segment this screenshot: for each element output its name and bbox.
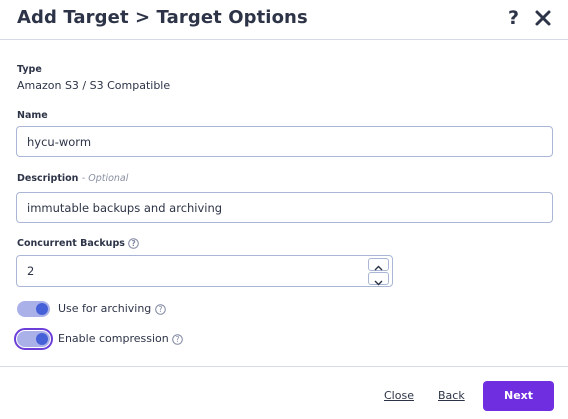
enable-compression-toggle[interactable] xyxy=(14,328,53,350)
use-for-archiving-toggle[interactable] xyxy=(17,301,50,317)
description-label-text: Description xyxy=(17,173,79,184)
help-button[interactable]: ? xyxy=(508,6,519,30)
chevron-down-icon xyxy=(374,280,383,286)
close-icon[interactable] xyxy=(532,7,554,29)
close-button[interactable]: Close xyxy=(384,389,414,402)
dialog-title: Add Target > Target Options xyxy=(17,7,308,28)
type-label: Type xyxy=(17,64,42,75)
name-label: Name xyxy=(17,110,48,121)
dialog-header: Add Target > Target Options ? xyxy=(0,0,568,40)
type-value: Amazon S3 / S3 Compatible xyxy=(17,79,171,92)
back-button[interactable]: Back xyxy=(438,389,465,402)
enable-compression-label: Enable compression xyxy=(58,332,169,345)
concurrent-backups-label-text: Concurrent Backups xyxy=(17,238,125,249)
description-label: Description - Optional xyxy=(17,173,128,184)
info-icon[interactable]: ? xyxy=(128,238,140,249)
toggle-knob xyxy=(36,333,48,345)
svg-text:?: ? xyxy=(176,335,180,344)
footer-divider xyxy=(0,366,568,367)
info-icon[interactable]: ? xyxy=(154,303,166,315)
concurrent-backups-label: Concurrent Backups ? xyxy=(17,238,140,249)
concurrent-backups-value[interactable]: 2 xyxy=(27,264,34,278)
enable-compression-label-row: Enable compression ? xyxy=(58,332,184,345)
decrement-button[interactable] xyxy=(368,272,389,286)
svg-text:?: ? xyxy=(158,305,162,314)
name-input[interactable]: hycu-worm xyxy=(16,126,553,157)
concurrent-backups-stepper[interactable]: 2 xyxy=(16,255,393,287)
svg-text:?: ? xyxy=(132,239,136,248)
use-for-archiving-label: Use for archiving xyxy=(58,302,152,315)
toggle-knob xyxy=(36,303,48,315)
increment-button[interactable] xyxy=(368,258,389,271)
description-input[interactable]: immutable backups and archiving xyxy=(16,192,553,223)
use-for-archiving-label-row: Use for archiving ? xyxy=(58,302,166,315)
info-icon[interactable]: ? xyxy=(172,333,184,345)
optional-tag: - Optional xyxy=(81,173,129,184)
next-button[interactable]: Next xyxy=(483,381,554,411)
